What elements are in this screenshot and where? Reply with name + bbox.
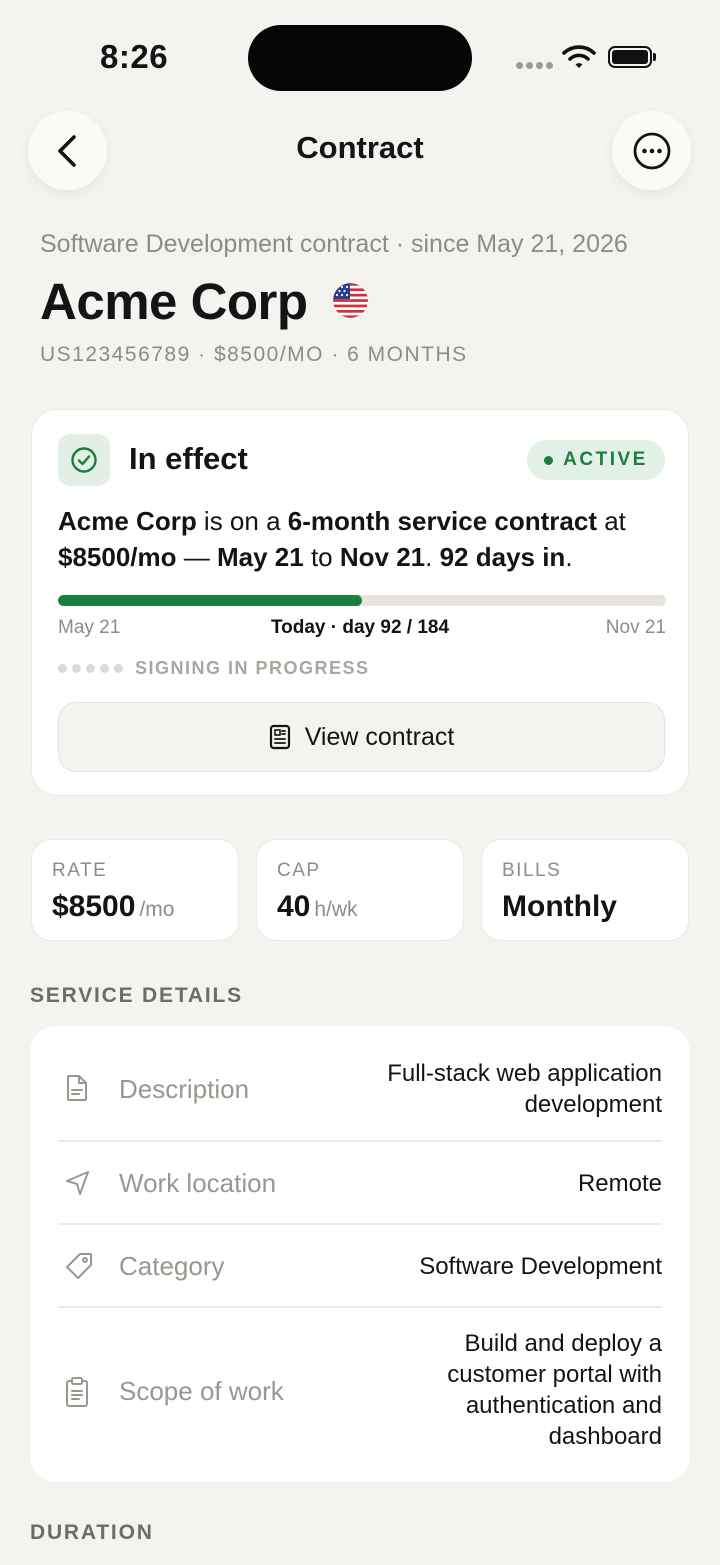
status-check-icon-tile (58, 434, 110, 486)
divider (58, 1140, 662, 1142)
detail-row-scope-of-work: Scope of work Build and deploy a custome… (58, 1328, 662, 1458)
document-icon (67, 1075, 87, 1101)
status-title: In effect (129, 441, 248, 476)
clipboard-icon (66, 1377, 88, 1407)
detail-value: Full-stack web application development (387, 1060, 662, 1118)
detail-row-work-location: Work location Remote (58, 1162, 662, 1206)
tag-icon (66, 1253, 92, 1279)
battery-cap (653, 53, 656, 61)
contract-summary: Acme Corp is on a 6-month service contra… (58, 506, 626, 572)
wifi-icon (562, 45, 596, 68)
location-arrow-icon (66, 1171, 89, 1195)
company-name: Acme Corp (40, 273, 308, 330)
detail-label: Work location (119, 1168, 277, 1198)
view-contract-button[interactable]: View contract (58, 702, 665, 772)
signing-status: SIGNING IN PROGRESS (135, 658, 370, 678)
detail-label: Description (119, 1074, 250, 1104)
detail-value: Build and deploy a customer portal with … (447, 1330, 662, 1450)
battery-icon (608, 46, 652, 68)
stat-rate-value: $8500 (52, 890, 136, 923)
progress-fill (58, 595, 362, 606)
stat-rate-unit: /mo (139, 898, 175, 921)
progress-end-label: Nov 21 (605, 617, 666, 638)
stat-cap-label: CAP (277, 860, 321, 881)
divider (58, 1306, 662, 1308)
detail-label: Scope of work (119, 1376, 284, 1406)
check-circle-icon (71, 447, 97, 473)
service-details-heading: SERVICE DETAILS (30, 984, 243, 1007)
detail-label: Category (119, 1251, 225, 1281)
stat-rate: RATE $8500/mo (31, 839, 239, 941)
contract-meta: US123456789 · $8500/MO · 6 MONTHS (40, 343, 468, 366)
dynamic-island (248, 25, 472, 91)
more-options-button[interactable] (612, 111, 691, 190)
stat-bills-label: BILLS (502, 860, 562, 881)
more-horizontal-icon (633, 132, 670, 169)
detail-value: Software Development (419, 1253, 662, 1280)
badge-dot (544, 455, 554, 465)
us-flag-icon (333, 283, 368, 318)
detail-value: Remote (577, 1170, 662, 1197)
stat-cap: CAP 40 h/wk (256, 839, 464, 941)
stat-cap-value: 40 (277, 890, 311, 923)
duration-heading: DURATION (30, 1521, 154, 1544)
service-details-card: Description Full-stack web application d… (30, 1026, 690, 1482)
detail-row-category: Category Software Development (58, 1245, 662, 1289)
detail-row-description: Description Full-stack web application d… (58, 1056, 662, 1136)
divider (58, 1223, 662, 1225)
stat-cap-unit: h/wk (314, 898, 358, 921)
badge-label: ACTIVE (563, 449, 648, 470)
view-contract-label: View contract (304, 722, 455, 751)
contract-progress-bar (58, 595, 666, 606)
signing-steps-indicator (58, 664, 123, 673)
stat-bills-value: Monthly (502, 890, 617, 923)
status-badge: ACTIVE (527, 440, 665, 480)
contract-subtitle: Software Development contract · since Ma… (40, 230, 628, 258)
stat-bills: BILLS Monthly (481, 839, 689, 941)
status-time: 8:26 (100, 38, 169, 75)
stat-rate-label: RATE (52, 860, 108, 881)
contract-document-icon (269, 724, 290, 750)
cellular-signal-icon (516, 62, 553, 69)
